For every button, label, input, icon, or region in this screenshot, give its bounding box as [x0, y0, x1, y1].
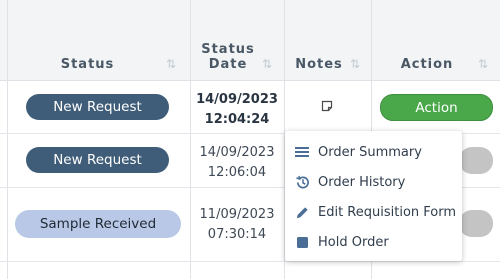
time-text: 12:06:04: [207, 165, 267, 180]
row-divider: [0, 261, 500, 262]
header-status[interactable]: Status: [40, 57, 135, 72]
note-icon[interactable]: [321, 100, 333, 112]
menu-item-label: Hold Order: [318, 234, 389, 250]
time-text: 07:30:14: [207, 227, 267, 242]
time-text: 12:04:24: [204, 112, 270, 127]
menu-item-label: Order Summary: [318, 144, 422, 160]
status-badge: New Request: [26, 94, 169, 120]
menu-item-order-summary[interactable]: Order Summary: [285, 138, 462, 166]
sort-icon[interactable]: ⇅: [350, 57, 360, 71]
header-action[interactable]: Action: [395, 57, 459, 72]
menu-item-hold-order[interactable]: Hold Order: [285, 228, 462, 256]
menu-item-edit-requisition-form[interactable]: Edit Requisition Form: [285, 198, 462, 226]
status-date: 14/09/2023 12:06:04: [190, 143, 284, 183]
orders-table: Status ⇅ Status Date ⇅ Notes ⇅ Action ⇅ …: [0, 0, 500, 279]
action-menu: Order Summary Order History Edit Requisi…: [285, 131, 462, 261]
sort-icon[interactable]: ⇅: [262, 57, 272, 71]
header-status-date[interactable]: Status Date: [196, 42, 260, 72]
status-date: 11/09/2023 07:30:14: [190, 205, 284, 245]
pencil-icon: [291, 205, 313, 220]
history-icon: [291, 175, 313, 190]
column-divider: [7, 0, 8, 279]
date-text: 11/09/2023: [199, 207, 275, 222]
date-text: 14/09/2023: [196, 92, 278, 107]
sort-icon[interactable]: ⇅: [478, 57, 488, 71]
status-badge: New Request: [26, 147, 169, 173]
header-notes[interactable]: Notes: [291, 57, 347, 72]
sort-icon[interactable]: ⇅: [166, 57, 176, 71]
status-date: 14/09/2023 12:04:24: [190, 90, 284, 130]
date-text: 14/09/2023: [199, 145, 275, 160]
action-button[interactable]: Action: [380, 94, 493, 121]
list-icon: [291, 146, 313, 158]
action-button[interactable]: [459, 147, 493, 174]
menu-item-label: Edit Requisition Form: [318, 204, 457, 220]
square-icon: [291, 236, 313, 248]
menu-item-order-history[interactable]: Order History: [285, 168, 462, 196]
status-badge: Sample Received: [15, 210, 181, 238]
action-button[interactable]: [459, 210, 493, 237]
menu-item-label: Order History: [318, 174, 406, 190]
